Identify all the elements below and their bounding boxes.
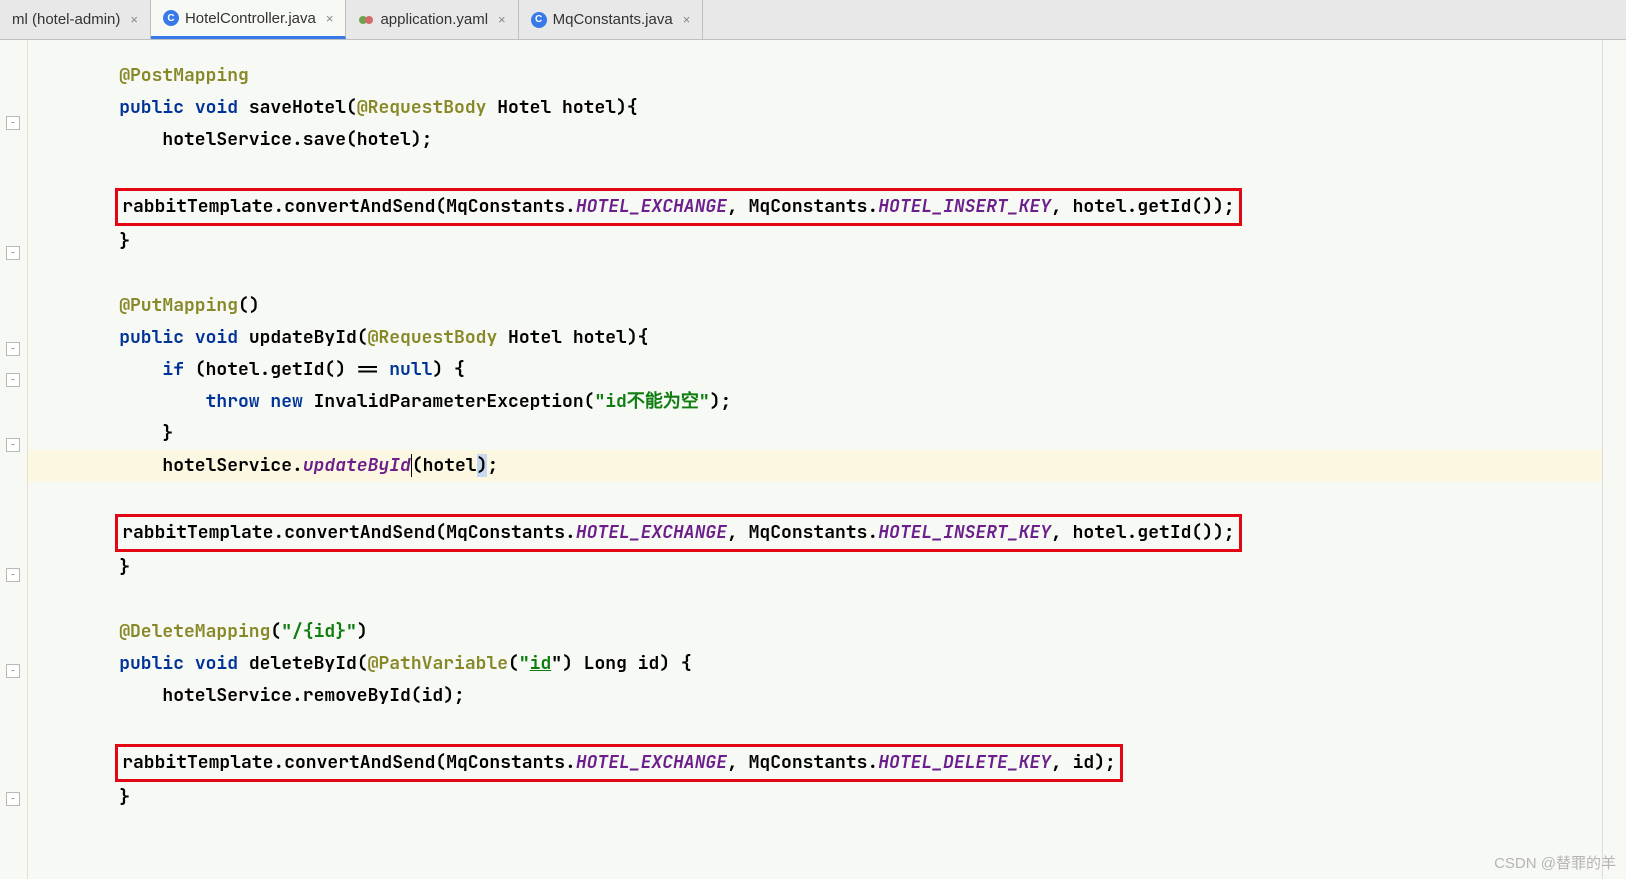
- code-line: public void saveHotel(@RequestBody Hotel…: [28, 92, 1626, 124]
- code-line: public void deleteById(@PathVariable("id…: [28, 648, 1626, 680]
- tab-hotelcontroller[interactable]: C HotelController.java ×: [151, 0, 347, 39]
- tab-label: MqConstants.java: [553, 11, 673, 28]
- code-line: @PutMapping(): [28, 290, 1626, 322]
- fold-icon[interactable]: −: [6, 342, 20, 356]
- yaml-icon: [358, 12, 374, 28]
- code-line: }: [28, 418, 1626, 450]
- highlighted-rabbit-line-3: rabbitTemplate.convertAndSend(MqConstant…: [28, 744, 1626, 782]
- gutter: − − − − − − − −: [0, 40, 28, 879]
- code-line: }: [28, 552, 1626, 584]
- code-line: [28, 482, 1626, 514]
- close-icon[interactable]: ×: [130, 12, 138, 27]
- tab-label: HotelController.java: [185, 10, 316, 27]
- fold-icon[interactable]: −: [6, 116, 20, 130]
- fold-icon[interactable]: −: [6, 792, 20, 806]
- java-class-icon: C: [531, 12, 547, 28]
- watermark: CSDN @替罪的羊: [1494, 852, 1616, 873]
- right-gutter: [1602, 40, 1626, 879]
- code-editor[interactable]: @PostMapping public void saveHotel(@Requ…: [28, 40, 1626, 879]
- editor-area: − − − − − − − − @PostMapping public void…: [0, 40, 1626, 879]
- code-line: @DeleteMapping("/{id}"): [28, 616, 1626, 648]
- cursor-line: hotelService.updateById(hotel);: [28, 450, 1626, 482]
- close-icon[interactable]: ×: [498, 12, 506, 27]
- code-line: hotelService.removeById(id);: [28, 680, 1626, 712]
- tab-application-yaml[interactable]: application.yaml ×: [346, 0, 518, 39]
- code-line: [28, 712, 1626, 744]
- code-line: [28, 258, 1626, 290]
- editor-tabs: ml (hotel-admin) × C HotelController.jav…: [0, 0, 1626, 40]
- highlighted-rabbit-line-2: rabbitTemplate.convertAndSend(MqConstant…: [28, 514, 1626, 552]
- tab-hotel-admin[interactable]: ml (hotel-admin) ×: [0, 0, 151, 39]
- java-class-icon: C: [163, 10, 179, 26]
- code-line: throw new InvalidParameterException("id不…: [28, 386, 1626, 418]
- code-line: }: [28, 226, 1626, 258]
- code-line: hotelService.save(hotel);: [28, 124, 1626, 156]
- close-icon[interactable]: ×: [326, 11, 334, 26]
- code-line: public void updateById(@RequestBody Hote…: [28, 322, 1626, 354]
- code-line: [28, 584, 1626, 616]
- close-icon[interactable]: ×: [683, 12, 691, 27]
- fold-icon[interactable]: −: [6, 246, 20, 260]
- code-line: if (hotel.getId() == null) {: [28, 354, 1626, 386]
- tab-label: ml (hotel-admin): [12, 11, 120, 28]
- fold-icon[interactable]: −: [6, 664, 20, 678]
- code-line: [28, 156, 1626, 188]
- tab-mqconstants[interactable]: C MqConstants.java ×: [519, 0, 704, 39]
- code-line: @PostMapping: [28, 60, 1626, 92]
- fold-icon[interactable]: −: [6, 568, 20, 582]
- tab-label: application.yaml: [380, 11, 488, 28]
- fold-icon[interactable]: −: [6, 438, 20, 452]
- fold-icon[interactable]: −: [6, 373, 20, 387]
- highlighted-rabbit-line-1: rabbitTemplate.convertAndSend(MqConstant…: [28, 188, 1626, 226]
- code-line: }: [28, 782, 1626, 814]
